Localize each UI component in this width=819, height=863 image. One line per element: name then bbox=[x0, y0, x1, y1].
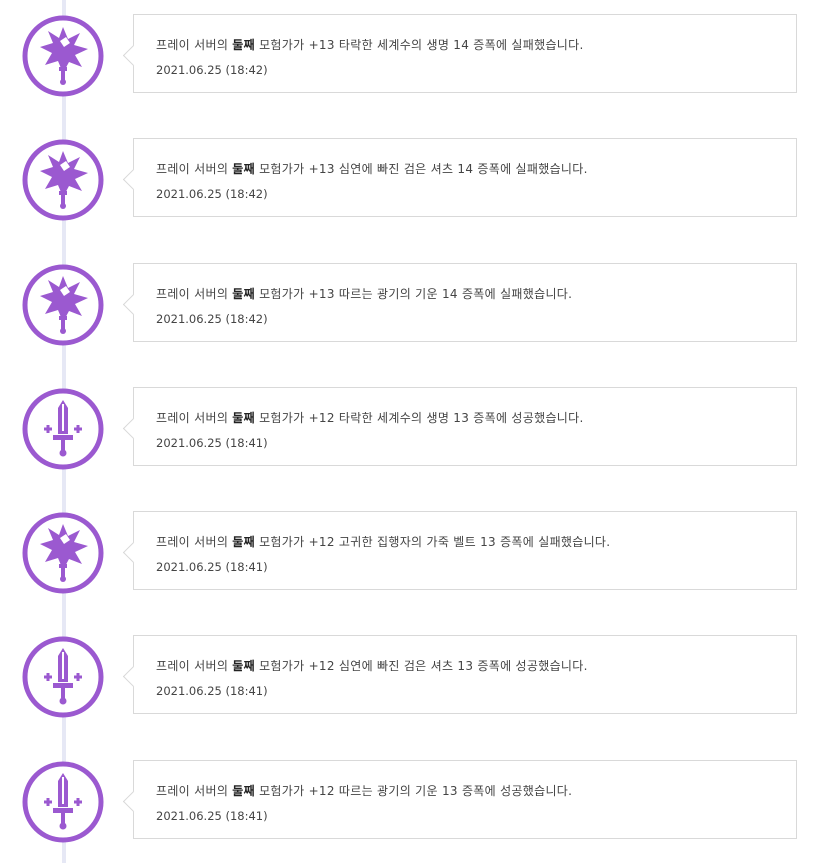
log-card: 프레이 서버의 둘째 모험가가 +13 타락한 세계수의 생명 14 증폭에 실… bbox=[133, 14, 797, 93]
log-timestamp: 2021.06.25 (18:41) bbox=[156, 560, 268, 574]
fail-burst-sword-icon bbox=[22, 512, 104, 594]
success-sword-icon bbox=[22, 388, 104, 470]
adventurer-name: 둘째 bbox=[232, 38, 255, 52]
log-message: 프레이 서버의 둘째 모험가가 +12 따르는 광기의 기운 13 증폭에 성공… bbox=[156, 784, 573, 798]
log-timestamp: 2021.06.25 (18:41) bbox=[156, 684, 268, 698]
log-timestamp: 2021.06.25 (18:41) bbox=[156, 809, 268, 823]
log-timestamp: 2021.06.25 (18:42) bbox=[156, 312, 268, 326]
fail-burst-sword-icon bbox=[22, 139, 104, 221]
log-timestamp: 2021.06.25 (18:42) bbox=[156, 63, 268, 77]
success-sword-icon bbox=[22, 761, 104, 843]
log-card: 프레이 서버의 둘째 모험가가 +13 심연에 빠진 검은 셔츠 14 증폭에 … bbox=[133, 138, 797, 217]
timeline-entry: 프레이 서버의 둘째 모험가가 +13 심연에 빠진 검은 셔츠 14 증폭에 … bbox=[0, 138, 819, 221]
log-message: 프레이 서버의 둘째 모험가가 +12 타락한 세계수의 생명 13 증폭에 성… bbox=[156, 411, 584, 425]
fail-burst-sword-icon bbox=[22, 264, 104, 346]
fail-burst-sword-icon bbox=[22, 15, 104, 97]
timeline-entry: 프레이 서버의 둘째 모험가가 +13 타락한 세계수의 생명 14 증폭에 실… bbox=[0, 14, 819, 97]
adventurer-name: 둘째 bbox=[232, 162, 255, 176]
log-message: 프레이 서버의 둘째 모험가가 +12 심연에 빠진 검은 셔츠 13 증폭에 … bbox=[156, 659, 588, 673]
adventurer-name: 둘째 bbox=[232, 535, 255, 549]
log-card: 프레이 서버의 둘째 모험가가 +12 타락한 세계수의 생명 13 증폭에 성… bbox=[133, 387, 797, 466]
log-message: 프레이 서버의 둘째 모험가가 +12 고귀한 집행자의 가죽 벨트 13 증폭… bbox=[156, 535, 611, 549]
success-sword-icon bbox=[22, 636, 104, 718]
log-card: 프레이 서버의 둘째 모험가가 +12 따르는 광기의 기운 13 증폭에 성공… bbox=[133, 760, 797, 839]
timeline-entry: 프레이 서버의 둘째 모험가가 +12 타락한 세계수의 생명 13 증폭에 성… bbox=[0, 387, 819, 470]
timeline-entry: 프레이 서버의 둘째 모험가가 +12 고귀한 집행자의 가죽 벨트 13 증폭… bbox=[0, 511, 819, 594]
adventurer-name: 둘째 bbox=[232, 411, 255, 425]
log-message: 프레이 서버의 둘째 모험가가 +13 심연에 빠진 검은 셔츠 14 증폭에 … bbox=[156, 162, 588, 176]
log-message: 프레이 서버의 둘째 모험가가 +13 따르는 광기의 기운 14 증폭에 실패… bbox=[156, 287, 573, 301]
timeline-entry: 프레이 서버의 둘째 모험가가 +12 심연에 빠진 검은 셔츠 13 증폭에 … bbox=[0, 635, 819, 718]
adventurer-name: 둘째 bbox=[232, 659, 255, 673]
log-card: 프레이 서버의 둘째 모험가가 +13 따르는 광기의 기운 14 증폭에 실패… bbox=[133, 263, 797, 342]
timeline-entry: 프레이 서버의 둘째 모험가가 +13 따르는 광기의 기운 14 증폭에 실패… bbox=[0, 263, 819, 346]
adventurer-name: 둘째 bbox=[232, 784, 255, 798]
log-timestamp: 2021.06.25 (18:41) bbox=[156, 436, 268, 450]
adventurer-name: 둘째 bbox=[232, 287, 255, 301]
log-card: 프레이 서버의 둘째 모험가가 +12 고귀한 집행자의 가죽 벨트 13 증폭… bbox=[133, 511, 797, 590]
log-card: 프레이 서버의 둘째 모험가가 +12 심연에 빠진 검은 셔츠 13 증폭에 … bbox=[133, 635, 797, 714]
log-message: 프레이 서버의 둘째 모험가가 +13 타락한 세계수의 생명 14 증폭에 실… bbox=[156, 38, 584, 52]
log-timestamp: 2021.06.25 (18:42) bbox=[156, 187, 268, 201]
timeline-entry: 프레이 서버의 둘째 모험가가 +12 따르는 광기의 기운 13 증폭에 성공… bbox=[0, 760, 819, 843]
